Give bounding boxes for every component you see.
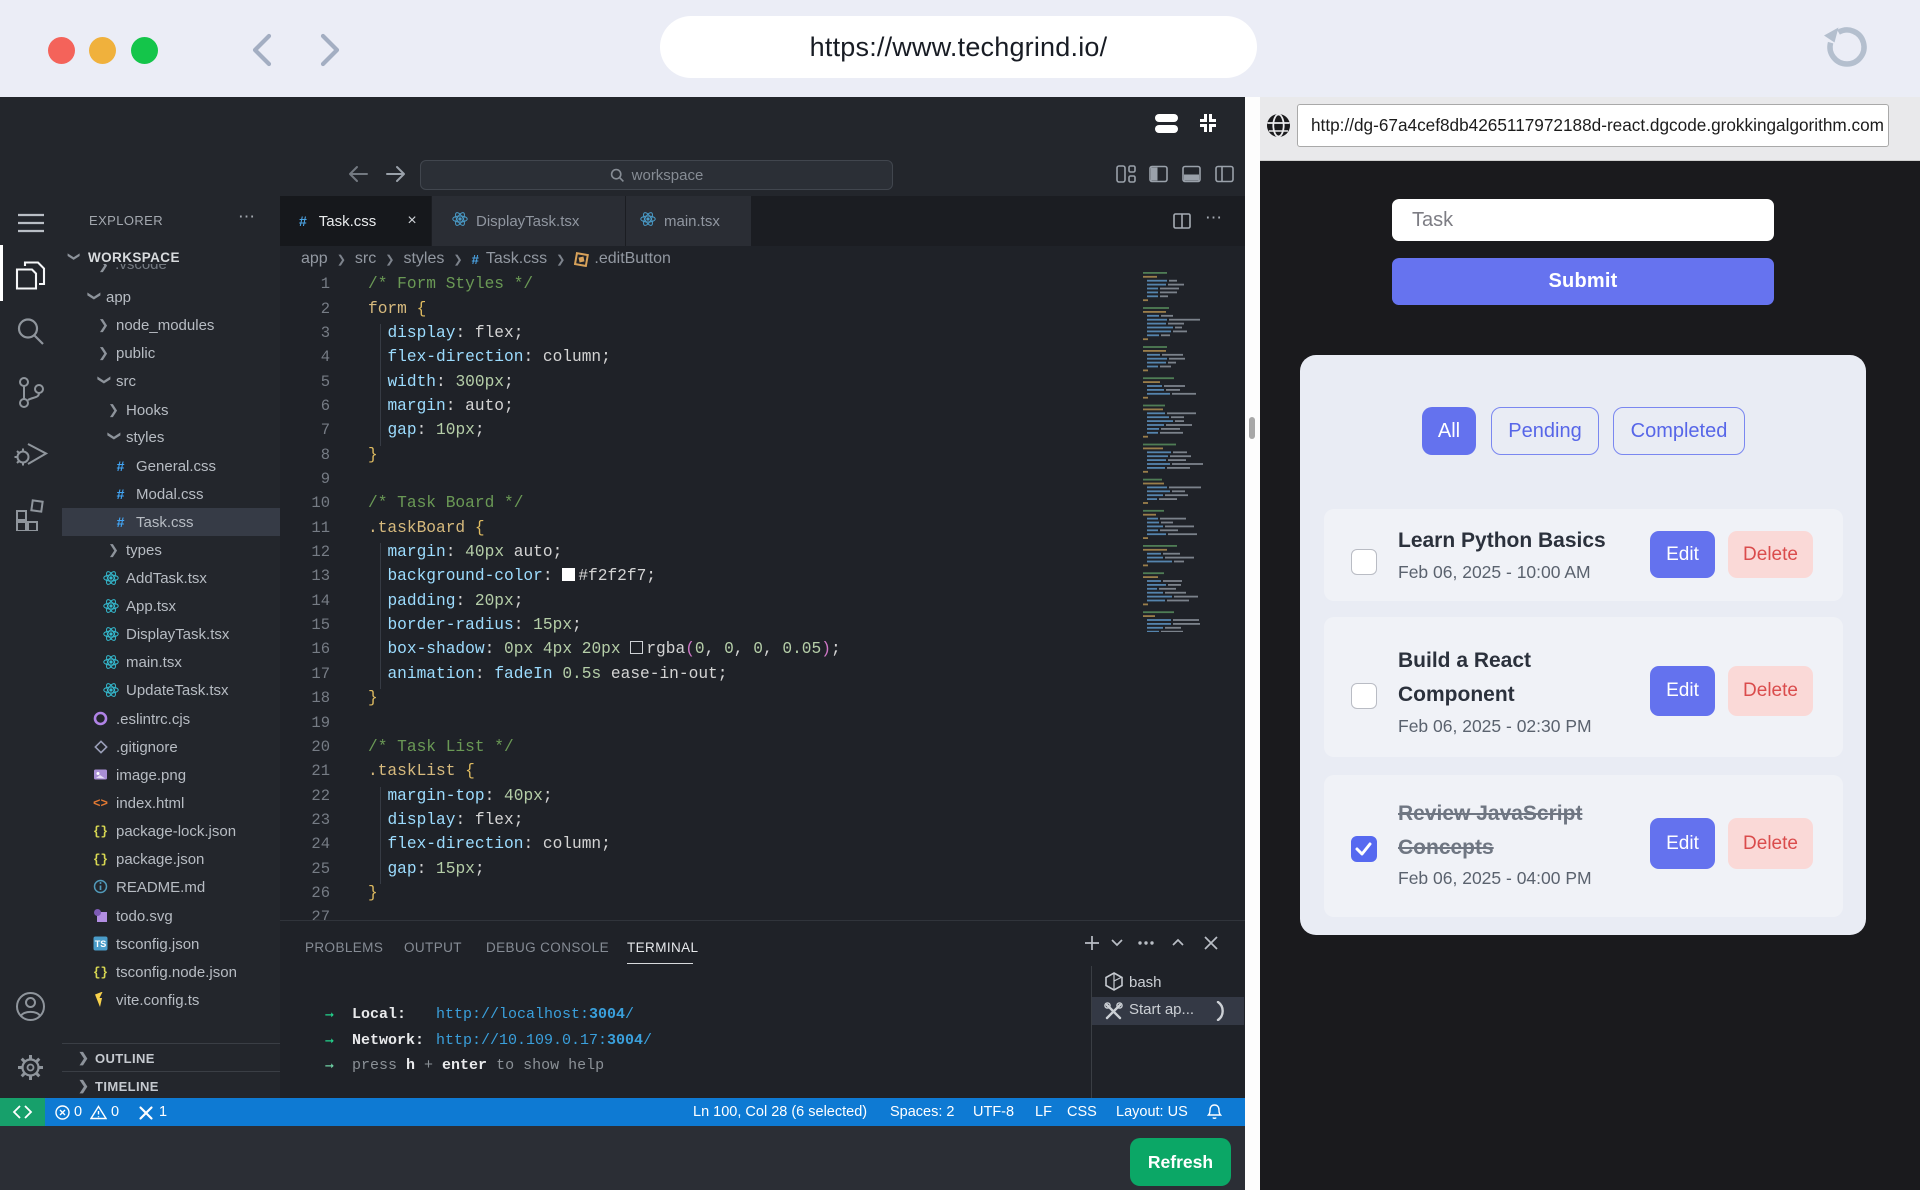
svg-text:TS: TS (95, 939, 107, 949)
